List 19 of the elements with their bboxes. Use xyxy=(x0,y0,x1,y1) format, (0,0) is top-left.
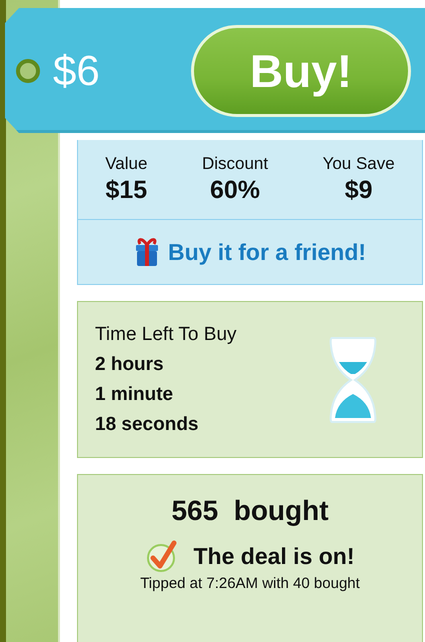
stat-value: $9 xyxy=(344,176,373,205)
bought-count: 565 bought xyxy=(171,495,329,527)
deal-status: The deal is on! xyxy=(193,542,355,570)
tag-hole-icon xyxy=(15,58,41,84)
stat-value: $15 xyxy=(105,176,148,205)
gift-icon xyxy=(134,237,160,267)
tipped-note: Tipped at 7:26AM with 40 bought xyxy=(140,575,360,592)
time-remaining: 1 minute xyxy=(95,384,174,406)
checkmark-icon xyxy=(145,539,180,573)
time-remaining: 18 seconds xyxy=(95,414,200,436)
buy-button[interactable]: Buy! xyxy=(191,24,411,116)
stat-label: Discount xyxy=(202,154,268,174)
stat-value: 60% xyxy=(210,176,260,205)
price: $6 xyxy=(53,46,100,94)
stat-label: You Save xyxy=(322,154,395,174)
stat-label: Value xyxy=(105,154,148,174)
time-remaining: 2 hours xyxy=(95,354,165,376)
gift-link[interactable]: Buy it for a friend! xyxy=(168,238,366,266)
timer-title: Time Left To Buy xyxy=(95,324,237,346)
